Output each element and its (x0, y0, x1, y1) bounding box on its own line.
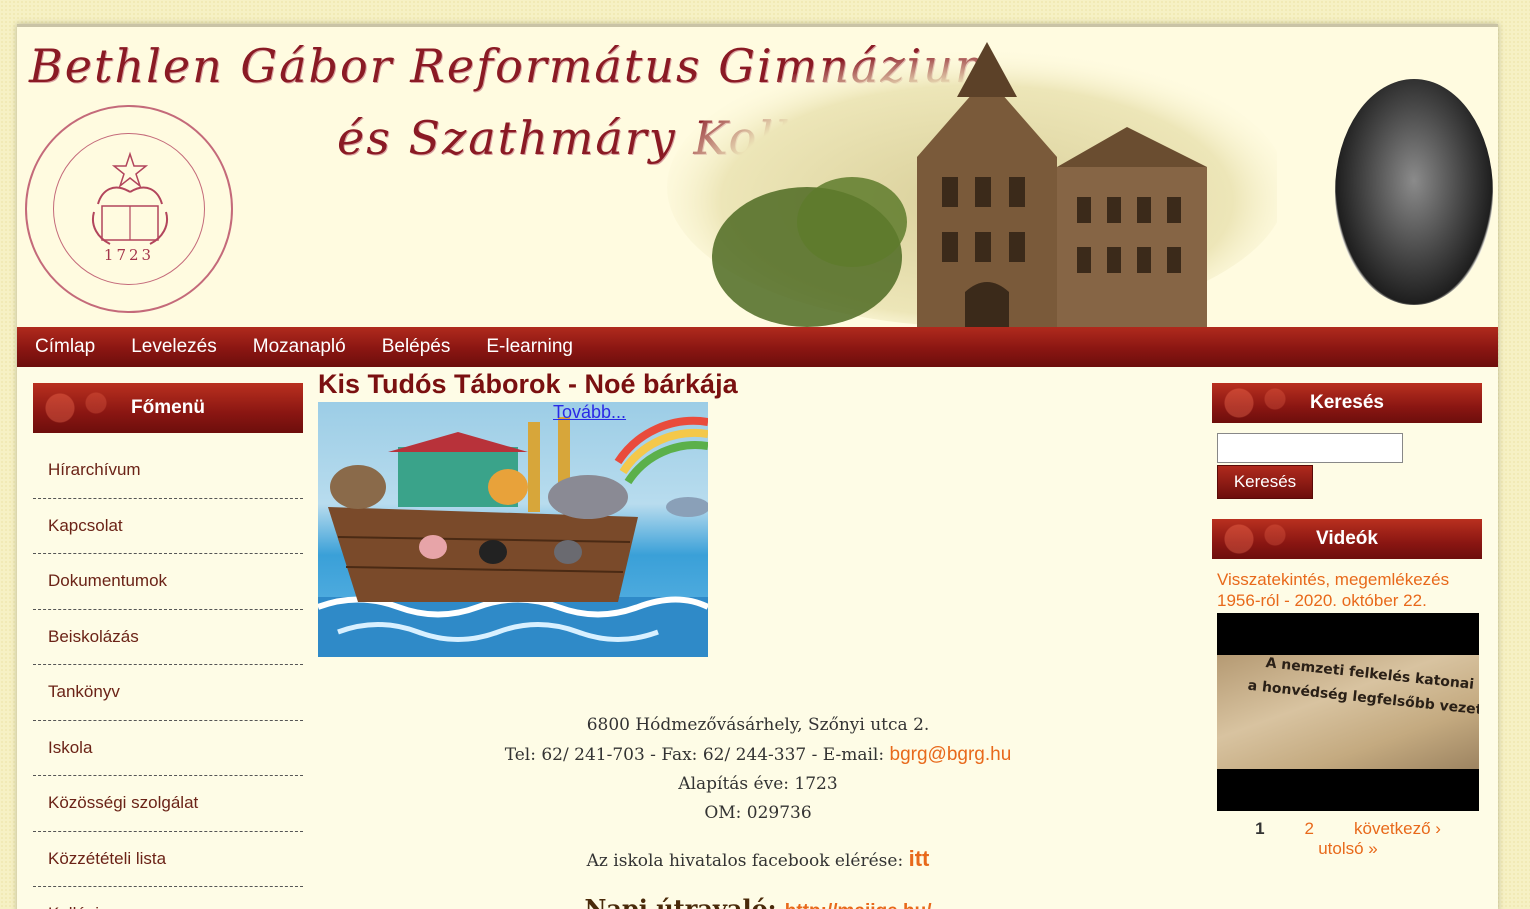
pager-page-2[interactable]: 2 (1305, 819, 1314, 839)
school-seal-logo: 1723 (25, 105, 233, 313)
menu-item-dokumentumok[interactable]: Dokumentumok (33, 554, 303, 610)
search-button[interactable]: Keresés (1217, 465, 1313, 499)
video-thumbnail[interactable]: A nemzeti felkelés katonai vezető a honv… (1217, 613, 1479, 811)
nav-belepes[interactable]: Belépés (382, 336, 451, 358)
menu-item-tankonyv[interactable]: Tankönyv (33, 665, 303, 721)
menu-item-beiskolazas[interactable]: Beiskolázás (33, 610, 303, 665)
videos-block: Videók Visszatekintés, megemlékezés 1956… (1212, 519, 1482, 859)
email-link[interactable]: bgrg@bgrg.hu (890, 744, 1012, 765)
article-title[interactable]: Kis Tudós Táborok - Noé bárkája (318, 369, 1198, 400)
video-pager: 1 2 következő › utolsó » (1212, 819, 1484, 859)
site-header: 1723 Bethlen Gábor Református Gimnázium … (17, 27, 1498, 327)
facebook-label: Az iskola hivatalos facebook elérése: (586, 851, 904, 871)
facebook-line: Az iskola hivatalos facebook elérése: it… (318, 844, 1198, 876)
noahs-ark-painting (318, 416, 708, 657)
right-sidebar: Keresés Keresés Videók Visszatekintés, m… (1212, 383, 1482, 859)
newspaper-image: A nemzeti felkelés katonai vezető a honv… (1217, 655, 1479, 769)
video-caption-link[interactable]: Visszatekintés, megemlékezés 1956-ról - … (1212, 569, 1482, 611)
main-content: Kis Tudós Táborok - Noé bárkája Tovább..… (318, 369, 1198, 909)
nav-mozanaplo[interactable]: Mozanapló (253, 336, 346, 358)
left-sidebar: Főmenü Hírarchívum Kapcsolat Dokumentumo… (33, 383, 303, 909)
school-building-photo (667, 42, 1277, 327)
videos-block-title: Videók (1212, 519, 1482, 559)
menu-item-kollegium[interactable]: Kollégium (33, 887, 303, 909)
founder-portrait (1335, 79, 1493, 305)
main-menu-title: Főmenü (33, 383, 303, 433)
daily-quote-link[interactable]: http://majige.hu/ (785, 901, 932, 909)
menu-item-iskola[interactable]: Iskola (33, 721, 303, 776)
menu-item-kozzeteteli-lista[interactable]: Közzétételi lista (33, 832, 303, 887)
main-navbar: Címlap Levelezés Mozanapló Belépés E-lea… (17, 327, 1498, 367)
menu-item-kapcsolat[interactable]: Kapcsolat (33, 499, 303, 554)
nav-elearning[interactable]: E-learning (486, 336, 573, 358)
pager-current: 1 (1255, 819, 1265, 838)
search-block-title: Keresés (1212, 383, 1482, 423)
read-more-link[interactable]: Tovább... (553, 402, 626, 423)
menu-item-hirarchivum[interactable]: Hírarchívum (33, 443, 303, 499)
seal-year: 1723 (103, 246, 155, 264)
pager-next[interactable]: következő › (1354, 819, 1441, 839)
facebook-link[interactable]: itt (909, 846, 930, 871)
founded-year: Alapítás éve: 1723 (678, 774, 838, 794)
main-menu: Hírarchívum Kapcsolat Dokumentumok Beisk… (33, 443, 303, 909)
page-container: 1723 Bethlen Gábor Református Gimnázium … (17, 24, 1498, 909)
phone-fax: Tel: 62/ 241-703 - Fax: 62/ 244-337 - E-… (504, 745, 885, 765)
article-image[interactable]: Tovább... (318, 402, 708, 657)
school-contact-info: 6800 Hódmezővásárhely, Szőnyi utca 2. Te… (318, 711, 1198, 909)
contact-line: Tel: 62/ 241-703 - Fax: 62/ 244-337 - E-… (318, 740, 1198, 770)
search-input[interactable] (1217, 433, 1403, 463)
daily-quote-label: Napi útravaló: (584, 894, 777, 909)
nav-cimlap[interactable]: Címlap (35, 336, 95, 358)
pager-last[interactable]: utolsó » (1318, 839, 1378, 859)
daily-quote-line: Napi útravaló: http://majige.hu/ (318, 894, 1198, 909)
search-form: Keresés (1212, 433, 1482, 499)
nav-levelezes[interactable]: Levelezés (131, 336, 217, 358)
menu-item-kozossegi-szolgalat[interactable]: Közösségi szolgálat (33, 776, 303, 832)
address: 6800 Hódmezővásárhely, Szőnyi utca 2. (586, 715, 930, 735)
om-number: OM: 029736 (704, 803, 812, 823)
